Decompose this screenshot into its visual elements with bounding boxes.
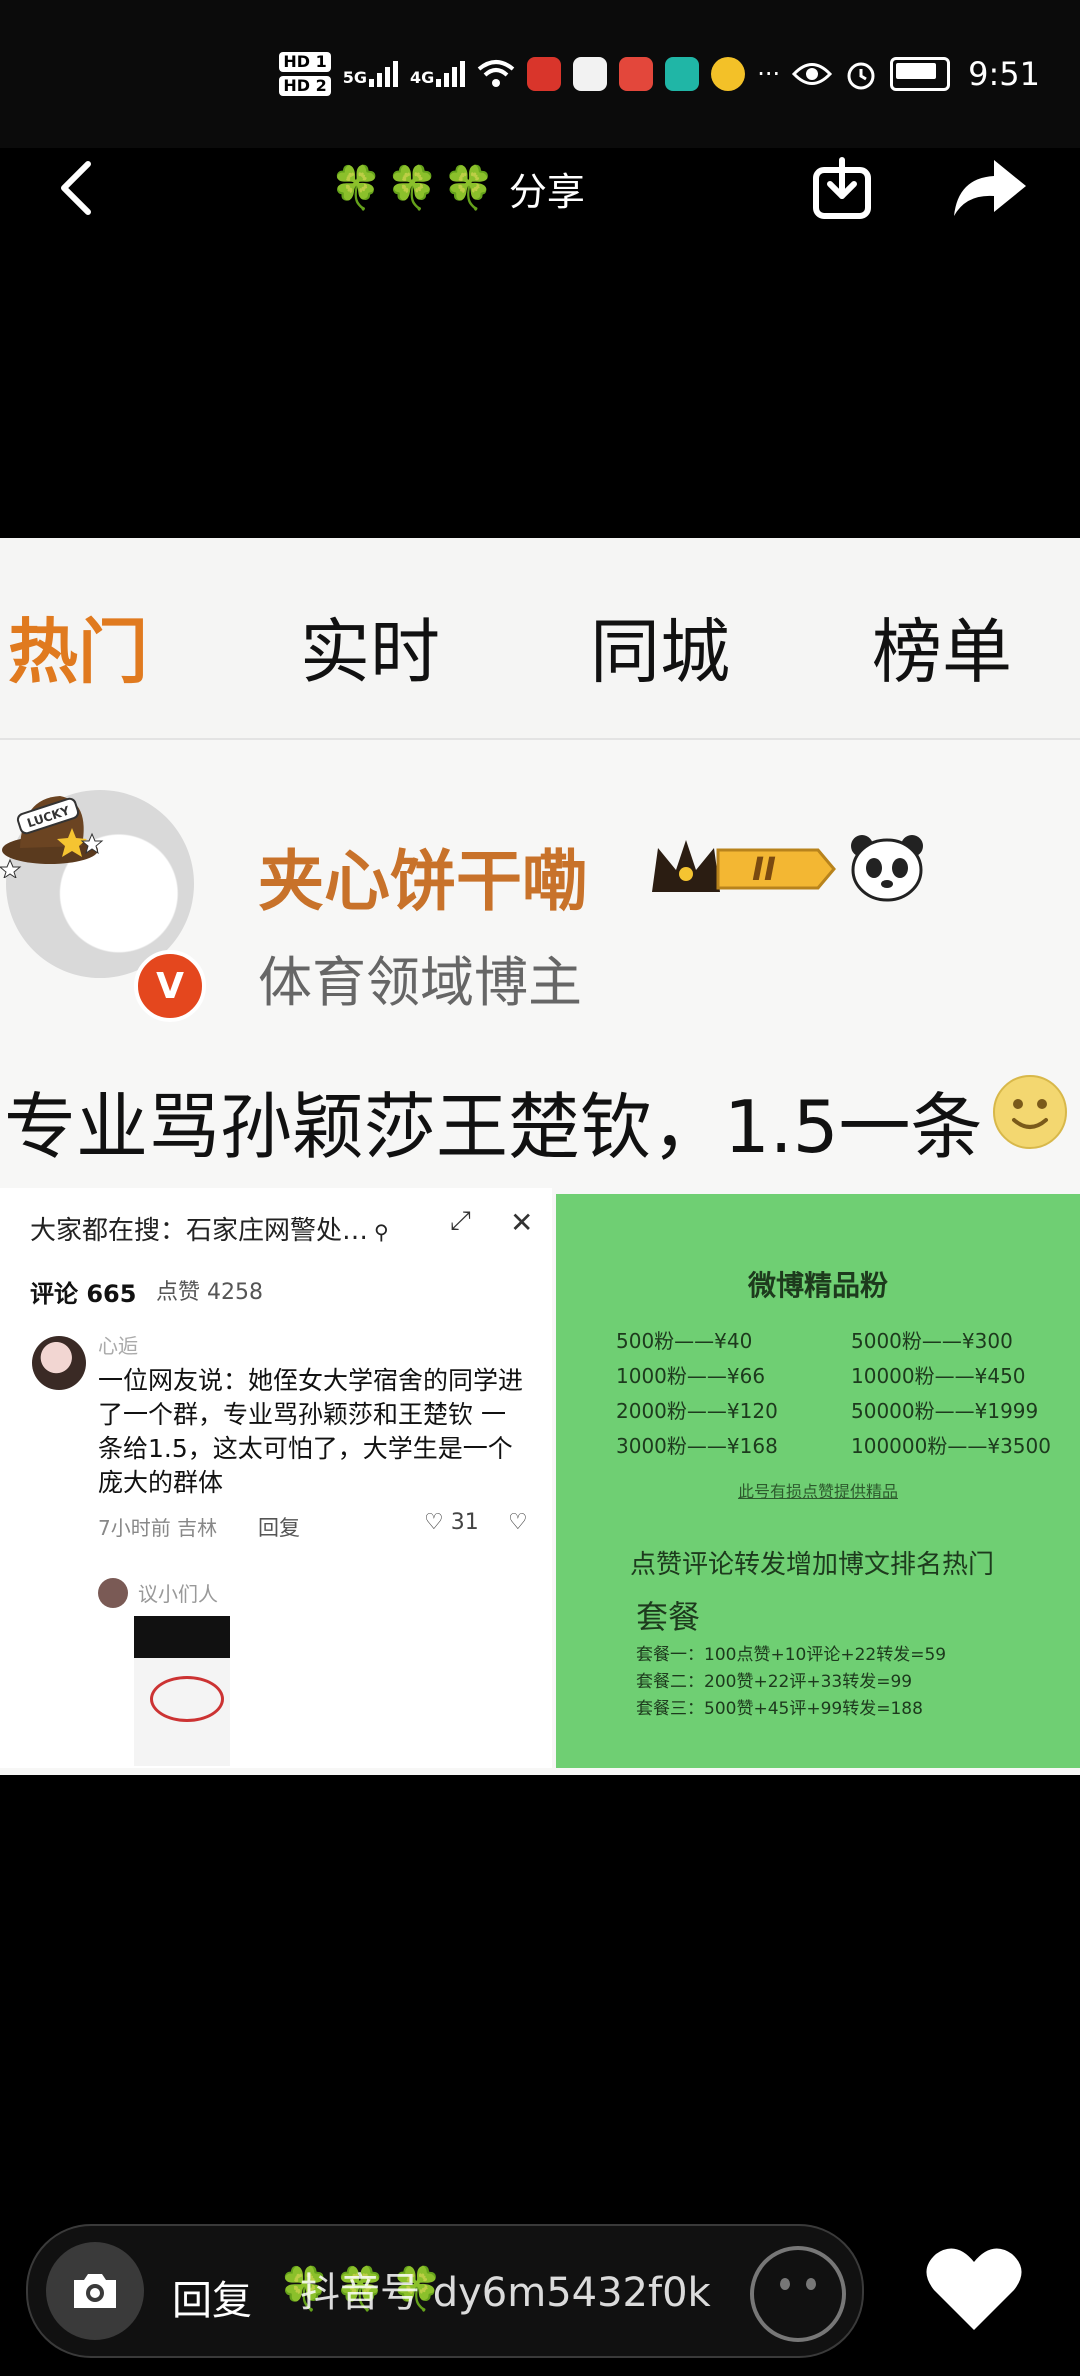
red-circle-annotation	[150, 1676, 224, 1722]
reply-avatar	[98, 1578, 128, 1608]
package-item: 套餐三：500赞+45评+99转发=188	[636, 1699, 923, 1719]
verified-badge: V	[134, 950, 206, 1022]
search-bar: 大家都在搜：石家庄网警处… ⚲	[30, 1210, 389, 1247]
heart-icon[interactable]	[924, 2244, 1024, 2334]
download-icon[interactable]	[810, 156, 874, 220]
dislike-icon: ♡	[508, 1510, 528, 1535]
expand-icon: ⤢	[450, 1206, 471, 1236]
divider	[0, 738, 1080, 740]
price-item: 500粉——¥40	[616, 1329, 753, 1353]
signal-5g: 5G	[343, 61, 398, 87]
price-list-image: 微博精品粉 500粉——¥40 5000粉——¥300 1000粉——¥66 1…	[556, 1194, 1080, 1768]
tab-likes: 点赞 4258	[156, 1280, 263, 1305]
clock: 9:51	[968, 55, 1040, 93]
tab-comments: 评论 665	[30, 1280, 137, 1308]
reply-input-placeholder[interactable]: 回复	[172, 2268, 252, 2326]
like-count: ♡ 31	[424, 1510, 479, 1535]
signal-4g: 4G	[409, 61, 466, 87]
search-text: 大家都在搜：石家庄网警处…	[30, 1216, 369, 1246]
package-title: 套餐	[636, 1598, 701, 1636]
sim1-label: HD 1	[279, 52, 331, 72]
signal-bars-icon	[368, 61, 398, 87]
price-item: 5000粉——¥300	[851, 1329, 1013, 1353]
close-icon: ✕	[510, 1206, 534, 1239]
tiktok-watermark: 抖音号 dy6m5432f0k	[300, 2270, 711, 2316]
commenter-avatar	[32, 1336, 86, 1390]
price-grid: 500粉——¥40 5000粉——¥300 1000粉——¥66 10000粉—…	[616, 1324, 1056, 1464]
weibo-notification-icon	[711, 57, 746, 91]
page-title: 🍀🍀🍀 分享	[330, 160, 585, 216]
eye-icon	[792, 63, 833, 85]
tab-local: 同城	[590, 611, 730, 693]
price-item: 100000粉——¥3500	[851, 1434, 1051, 1458]
camera-icon	[74, 2274, 116, 2308]
lucky-hat-icon: LUCKY	[0, 796, 104, 878]
reply-name: 议小们人	[138, 1582, 218, 1606]
package-list: 套餐一：100点赞+10评论+22转发=59 套餐二：200赞+22评+33转发…	[636, 1642, 946, 1723]
app-notification-icon	[619, 57, 654, 91]
sim2-label: HD 2	[279, 76, 331, 96]
more-notifications: ···	[757, 60, 781, 88]
price-item: 3000粉——¥168	[616, 1434, 778, 1458]
title-label: 分享	[508, 169, 585, 214]
wifi-icon	[477, 60, 515, 87]
emoji-button[interactable]	[750, 2246, 846, 2342]
shared-image[interactable]: 热门 实时 同城 榜单 LUCKY V 夹心饼干嘞 II 体育领域博主 专业骂孙…	[0, 538, 1080, 1775]
package-item: 套餐二：200赞+22评+33转发=99	[636, 1672, 913, 1692]
price-item: 1000粉——¥66	[616, 1364, 766, 1388]
smile-emoji-icon	[993, 1075, 1067, 1149]
price-item: 10000粉——¥450	[851, 1364, 1026, 1388]
status-icons: HD 1 HD 2 5G 4G ··· 9:51	[279, 48, 1040, 100]
net1-label: 5G	[342, 68, 367, 87]
crown-level-badge: II	[652, 840, 836, 892]
status-bar: HD 1 HD 2 5G 4G ··· 9:51	[0, 0, 1080, 148]
tab-ranking: 榜单	[872, 611, 1012, 693]
clover-emoji: 🍀🍀🍀	[330, 163, 499, 212]
price-item: 50000粉——¥1999	[851, 1399, 1039, 1423]
user-description: 体育领域博主	[258, 951, 582, 1014]
weibo-tabs: 热门 实时 同城 榜单	[0, 538, 1080, 738]
post-headline: 专业骂孙颖莎王楚钦，1.5一条	[4, 1085, 983, 1169]
alarm-icon	[847, 62, 875, 90]
tab-realtime: 实时	[300, 611, 440, 693]
back-icon[interactable]	[44, 148, 108, 228]
battery-icon	[890, 57, 951, 91]
panda-icon	[851, 835, 923, 902]
signal-bars-icon	[436, 61, 466, 87]
package-item: 套餐一：100点赞+10评论+22转发=59	[636, 1645, 947, 1665]
price-note: 此号有损点赞提供精品	[737, 1482, 898, 1501]
app-notification-icon	[573, 57, 608, 91]
camera-button[interactable]	[46, 2242, 144, 2340]
comment-time: 7小时前 吉林	[98, 1516, 218, 1540]
svg-text:II: II	[752, 850, 776, 888]
hd-indicators: HD 1 HD 2	[279, 52, 331, 96]
app-notification-icon	[527, 57, 562, 91]
reply-link: 回复	[258, 1516, 300, 1540]
comment-screenshot: 大家都在搜：石家庄网警处… ⚲ ⤢ ✕ 评论 665 点赞 4258 心逅 一位网…	[0, 1188, 552, 1768]
commenter-name: 心逅	[98, 1334, 138, 1358]
search-icon: ⚲	[374, 1220, 389, 1244]
price-list-title: 微博精品粉	[747, 1269, 888, 1302]
top-bar: 🍀🍀🍀 分享	[0, 148, 1080, 228]
tab-hot: 热门	[8, 611, 148, 693]
comment-text: 一位网友说：她侄女大学宿舍的同学进了一个群，专业骂孙颖莎和王楚钦 一条给1.5，…	[98, 1366, 524, 1497]
username: 夹心饼干嘞	[258, 843, 588, 920]
share-icon[interactable]	[950, 156, 1030, 220]
promo-headline: 点赞评论转发增加博文排名热门	[630, 1550, 995, 1580]
app-notification-icon	[665, 57, 700, 91]
price-item: 2000粉——¥120	[616, 1399, 778, 1423]
net2-label: 4G	[409, 68, 435, 87]
